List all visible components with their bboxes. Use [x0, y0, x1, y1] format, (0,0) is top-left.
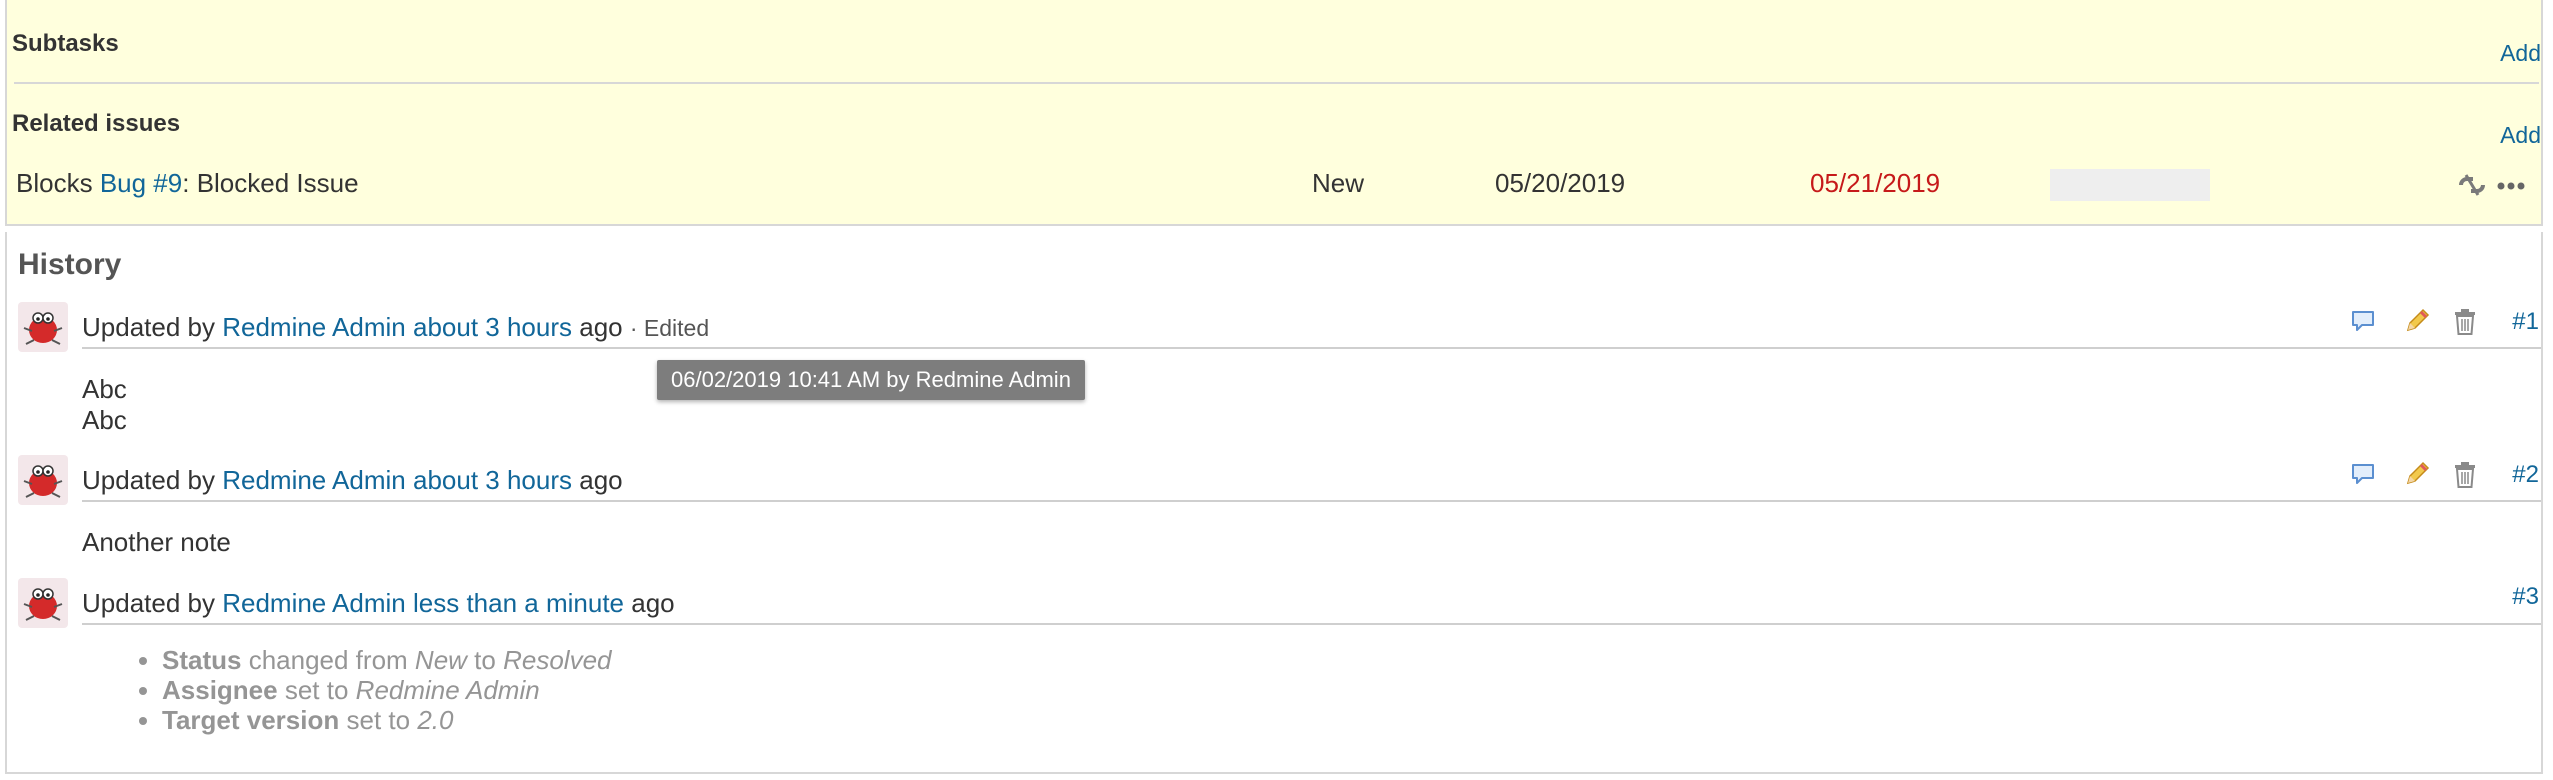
journal-divider: [82, 623, 2541, 625]
delete-icon[interactable]: [2452, 461, 2478, 494]
detail-old-value: New: [414, 645, 467, 675]
journal-prefix: Updated by: [82, 465, 215, 495]
relation-separator: :: [182, 168, 190, 198]
journal-edited-label[interactable]: · Edited: [630, 315, 709, 341]
journal-prefix: Updated by: [82, 588, 215, 618]
related-issue-subject: Blocked Issue: [196, 168, 359, 198]
avatar-icon: [18, 455, 68, 505]
journal-author-link[interactable]: Redmine Admin: [222, 312, 406, 342]
detail-text: set to: [284, 675, 349, 705]
related-issue-due-date: 05/21/2019: [1810, 168, 1941, 198]
journal-suffix: ago: [579, 465, 623, 495]
detail-item-assignee: Assignee set to Redmine Admin: [162, 675, 612, 705]
journal-suffix: ago: [579, 312, 623, 342]
history-title: History: [18, 248, 122, 281]
related-issue-status: New: [1312, 168, 1365, 198]
related-issue-link[interactable]: Bug #9: [100, 168, 182, 198]
detail-new-value: Resolved: [503, 645, 612, 675]
avatar-icon: [18, 578, 68, 628]
journal-details-list: Status changed from New to Resolved Assi…: [110, 645, 612, 735]
related-issue-start-date: 05/20/2019: [1495, 168, 1626, 198]
quote-icon[interactable]: [2350, 461, 2376, 492]
quote-icon[interactable]: [2350, 308, 2376, 339]
journal-header: Updated by Redmine Admin less than a min…: [82, 588, 675, 619]
avatar-icon: [18, 302, 68, 352]
journal-suffix: ago: [631, 588, 675, 618]
journal-time-link[interactable]: less than a minute: [413, 588, 624, 618]
section-divider: [14, 82, 2539, 84]
journal-prefix: Updated by: [82, 312, 215, 342]
related-issue-progress-bar: [2050, 169, 2210, 201]
journal-header: Updated by Redmine Admin about 3 hours a…: [82, 312, 709, 343]
edit-icon[interactable]: [2402, 306, 2432, 341]
detail-item-target-version: Target version set to 2.0: [162, 705, 612, 735]
detail-field: Status: [162, 645, 242, 675]
related-add-link[interactable]: Add: [2500, 122, 2541, 149]
journal-divider: [82, 347, 2541, 349]
journal-note-line: Another note: [82, 527, 231, 557]
detail-text: set to: [346, 705, 411, 735]
journal-author-link[interactable]: Redmine Admin: [222, 588, 406, 618]
subtasks-title: Subtasks: [12, 30, 119, 57]
detail-field: Assignee: [162, 675, 278, 705]
delete-icon[interactable]: [2452, 308, 2478, 341]
edit-icon[interactable]: [2402, 459, 2432, 494]
relation-type: Blocks: [16, 168, 93, 198]
journal-time-link[interactable]: about 3 hours: [413, 465, 572, 495]
journal-note-line: Abc: [82, 405, 127, 435]
detail-item-status: Status changed from New to Resolved: [162, 645, 612, 675]
edited-tooltip: 06/02/2019 10:41 AM by Redmine Admin: [657, 360, 1085, 400]
journal-author-link[interactable]: Redmine Admin: [222, 465, 406, 495]
journal-number-link[interactable]: #1: [2512, 308, 2539, 336]
journal-divider: [82, 500, 2541, 502]
detail-text: to: [474, 645, 496, 675]
journal-time-link[interactable]: about 3 hours: [413, 312, 572, 342]
more-icon[interactable]: [2496, 174, 2526, 203]
detail-new-value: Redmine Admin: [355, 675, 540, 705]
related-issue-row: Blocks Bug #9: Blocked Issue: [16, 168, 359, 199]
subtasks-add-link[interactable]: Add: [2500, 40, 2541, 67]
journal-number-link[interactable]: #2: [2512, 461, 2539, 489]
detail-new-value: 2.0: [417, 705, 454, 735]
journal-header: Updated by Redmine Admin about 3 hours a…: [82, 465, 623, 496]
detail-text: changed from: [248, 645, 408, 675]
journal-number-link[interactable]: #3: [2512, 583, 2539, 611]
journal-note-line: Abc: [82, 374, 127, 404]
detail-field: Target version: [162, 705, 340, 735]
unlink-icon[interactable]: [2456, 170, 2488, 205]
related-issues-title: Related issues: [12, 110, 181, 137]
